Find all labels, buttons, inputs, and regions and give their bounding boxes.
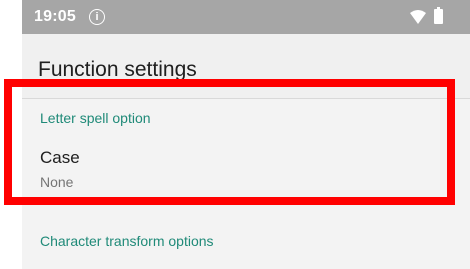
category-character-transform-options: Character transform options — [40, 233, 214, 249]
phone-screen: 19:05 i Function settings Letter spell o… — [22, 0, 470, 269]
category-letter-spell-option: Letter spell option — [40, 110, 151, 126]
preference-list: Letter spell option Case None Character … — [22, 99, 470, 269]
status-bar: 19:05 i — [22, 0, 470, 34]
page-title: Function settings — [38, 58, 197, 81]
info-icon: i — [89, 9, 105, 25]
app-bar: Function settings — [22, 34, 470, 98]
preference-title: Case — [40, 148, 80, 167]
status-time: 19:05 — [34, 8, 76, 25]
battery-icon — [434, 7, 443, 24]
preference-summary: None — [40, 174, 74, 190]
preference-item-case[interactable]: Case None — [22, 139, 470, 199]
wifi-icon — [410, 10, 426, 24]
